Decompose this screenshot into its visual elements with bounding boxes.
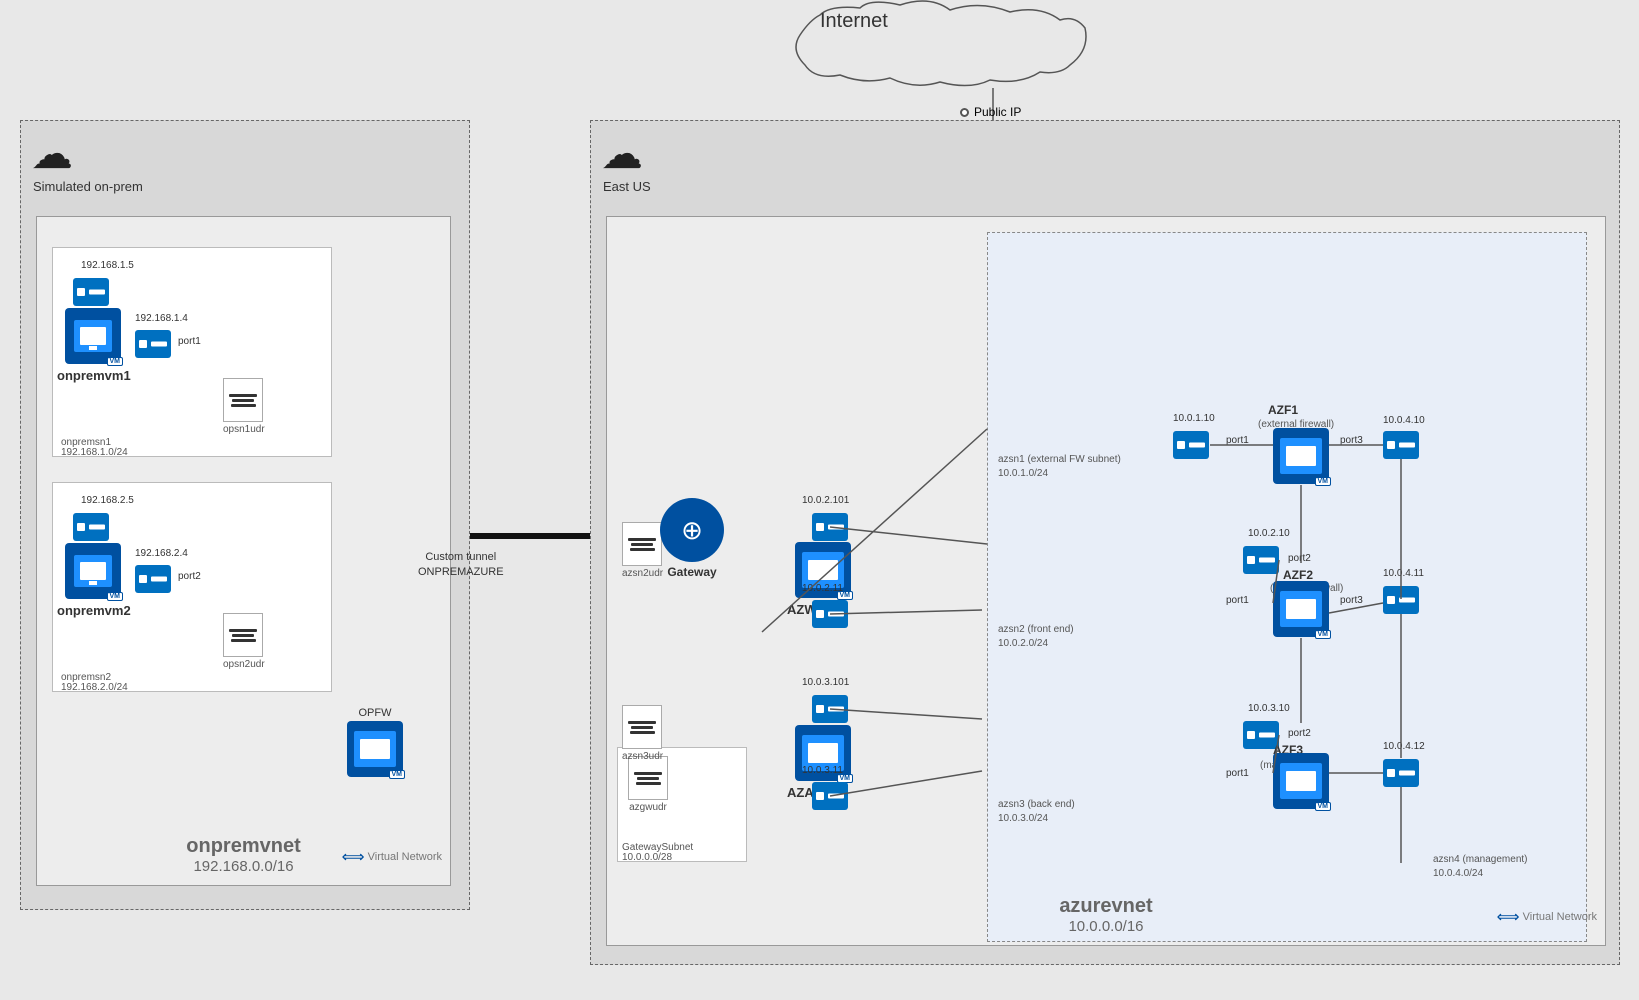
azsn4-label: azsn4 (management) 10.0.4.0/24 [1433, 853, 1528, 881]
azapp1-ip1-label: 10.0.3.101 [802, 677, 849, 688]
azf1-vm-icon: VM [1273, 428, 1329, 484]
onprem-sn2-port-label: port2 [178, 571, 201, 582]
onpremvnet-bottom-labels: onpremvnet 192.168.0.0/16 [186, 835, 300, 875]
azf1-port1-label: port1 [1226, 435, 1249, 446]
gateway-icon-group: ⊕ Gateway [660, 498, 724, 579]
azf3-port2-ip-label: 10.0.3.10 [1248, 703, 1290, 714]
azure-vnet-box: azgwudr GatewaySubnet 10.0.0.0/28 azsn1 … [606, 216, 1606, 946]
azsn1-ip-label: 10.0.1.10 [1173, 413, 1215, 424]
azf3-vm-icon: VM [1273, 753, 1329, 809]
onpremvm1-icon: VM [65, 308, 121, 364]
azf3-port2-label: port2 [1288, 728, 1311, 739]
gateway-label: Gateway [667, 565, 716, 579]
azsn2udr-label: azsn2udr [622, 568, 663, 579]
azf3-port1-label: port1 [1226, 768, 1249, 779]
eastus-region: ☁ East US azgwudr GatewaySubnet 10.0.0.0… [590, 120, 1620, 965]
azf1-right-nic [1383, 431, 1419, 459]
onprem-vm2-ip2-label: 192.168.2.4 [135, 548, 188, 559]
onpremvm1-label: onpremvm1 [57, 368, 125, 383]
onprem-sn1-port-label: port1 [178, 336, 201, 347]
onpremsn2-cidr: 192.168.2.0/24 [61, 682, 128, 693]
azf2-port2-nic [1243, 546, 1279, 574]
onpremvm2-icon: VM [65, 543, 121, 599]
onpremsn2-box: 192.168.2.5 VM onpremvm2 192.16 [52, 482, 332, 692]
azweb1-ip3-label: 10.0.2.11 [802, 583, 843, 594]
onprem-vm1-ip2-label: 192.168.1.4 [135, 313, 188, 324]
eastus-cloud-icon: ☁ [601, 129, 643, 178]
azsn2-label: azsn2 (front end) 10.0.2.0/24 [998, 623, 1074, 651]
azf1-name-label: AZF1 [1268, 403, 1298, 417]
azfw-subnet-box: azsn1 (external FW subnet) 10.0.1.0/24 1… [987, 232, 1587, 942]
azapp1-ip3-label: 10.0.3.11 [802, 765, 843, 776]
azf2-name-label: AZF2 [1283, 568, 1313, 582]
onprem-vnet-box: 192.168.1.5 VM onpremvm1 [36, 216, 451, 886]
azurevnet-cidr: 10.0.0.0/16 [1059, 918, 1152, 935]
azf3-right-nic [1383, 759, 1419, 787]
azsn2udr-icon: azsn2udr [622, 522, 663, 579]
onprem-vm2-ip1-label: 192.168.2.5 [81, 495, 134, 506]
onprem-region-label: Simulated on-prem [33, 179, 143, 196]
azf2-port2-label: port2 [1288, 553, 1311, 564]
gateway-circle-icon: ⊕ [660, 498, 724, 562]
opfw-label: OPFW [359, 707, 392, 719]
azf2-vm-icon: VM [1273, 581, 1329, 637]
internet-label: Internet [820, 10, 888, 33]
azf2-right-nic [1383, 586, 1419, 614]
opsn2udr-icon: opsn2udr [223, 613, 265, 670]
onpremvnet-name: onpremvnet [186, 835, 300, 858]
sn4-ip2-label: 10.0.4.11 [1383, 568, 1424, 579]
gateway-subnet-box: azgwudr GatewaySubnet 10.0.0.0/28 [617, 747, 747, 862]
public-ip-label: Public IP [974, 105, 1021, 119]
azurevnet-name: azurevnet [1059, 895, 1152, 918]
onprem-region: ☁ Simulated on-prem 192.168.1.5 [20, 120, 470, 910]
azurevnet-bottom-labels: azurevnet 10.0.0.0/16 [1059, 895, 1152, 935]
sn4-ip3-label: 10.0.4.12 [1383, 741, 1425, 752]
azf1-port3-label: port3 [1340, 435, 1363, 446]
azweb1-nic-bottom [812, 600, 848, 628]
azsn1-label: azsn1 (external FW subnet) 10.0.1.0/24 [998, 453, 1121, 481]
sn4-ip1-label: 10.0.4.10 [1383, 415, 1425, 426]
azweb1-ip1-label: 10.0.2.101 [802, 495, 849, 506]
eastus-region-label: East US [603, 179, 651, 194]
azsn3udr-icon: azsn3udr [622, 705, 663, 762]
azf2-port1-label: port1 [1226, 595, 1249, 606]
onpremsn1-cidr: 192.168.1.0/24 [61, 447, 128, 458]
onpremvnet-type: ⟺ Virtual Network [342, 847, 442, 867]
azf2-port2-ip-label: 10.0.2.10 [1248, 528, 1290, 539]
tunnel-label: Custom tunnel ONPREMAZURE [418, 550, 504, 581]
azapp1-nic-bottom [812, 782, 848, 810]
onpremvm2-label: onpremvm2 [57, 603, 125, 618]
azsn3udr-label: azsn3udr [622, 751, 663, 762]
gateway-subnet-cidr: 10.0.0.0/28 [622, 852, 672, 863]
azf2-port3-label: port3 [1340, 595, 1363, 606]
public-ip-dot [960, 108, 969, 117]
azgwudr-label: azgwudr [628, 802, 668, 813]
public-ip-area: Public IP [960, 105, 1021, 119]
azsn1-nic [1173, 431, 1209, 459]
onprem-cloud-icon: ☁ [31, 129, 73, 178]
onprem-vm2-nic-top [73, 513, 109, 541]
opsn1udr-icon: opsn1udr [223, 378, 265, 435]
opsn2udr-label: opsn2udr [223, 659, 265, 670]
opfw-icon-group: OPFW VM [347, 707, 403, 777]
azapp1-nic-top [812, 695, 848, 723]
onprem-vm1-ip1-label: 192.168.1.5 [81, 260, 134, 271]
azgwudr-icon: azgwudr [628, 756, 668, 813]
onprem-vm1-nic-right [135, 330, 171, 358]
azsn3-label: azsn3 (back end) 10.0.3.0/24 [998, 798, 1075, 826]
onprem-vm1-nic-top [73, 278, 109, 306]
onprem-vm2-nic-right [135, 565, 171, 593]
onpremsn1-box: 192.168.1.5 VM onpremvm1 [52, 247, 332, 457]
azweb1-nic-top [812, 513, 848, 541]
opsn1udr-label: opsn1udr [223, 424, 265, 435]
onpremvnet-cidr: 192.168.0.0/16 [186, 858, 300, 875]
diagram-container: Internet Public IP ☁ Simulated on-prem 1… [0, 0, 1639, 1000]
azurevnet-type: ⟺ Virtual Network [1497, 907, 1597, 927]
